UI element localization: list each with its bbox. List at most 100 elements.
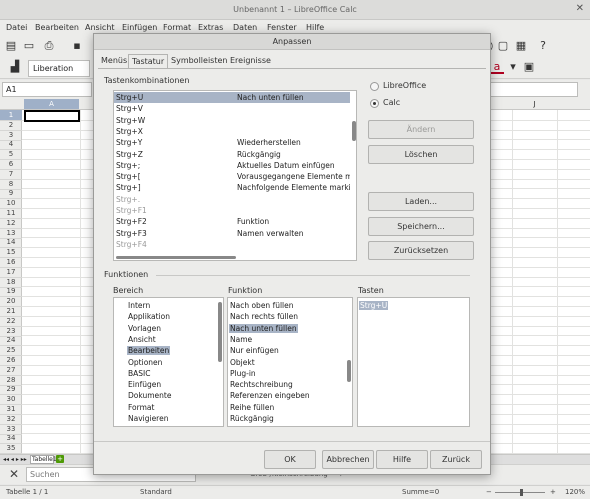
shortcut-row[interactable]: Strg+U Nach unten füllen [114, 92, 350, 104]
shortcut-row[interactable]: Strg+V [114, 103, 350, 114]
name-box[interactable]: A1 [2, 82, 92, 97]
key-item[interactable]: Strg+U [359, 300, 389, 311]
category-list[interactable]: Intern Applikation Vorlagen Ansicht Bearbeit… [113, 297, 224, 427]
shortcut-row[interactable]: Strg+F4 [114, 239, 350, 250]
shortcut-row[interactable]: Strg+[Vorausgegangene Elemente mar [114, 171, 350, 182]
function-list[interactable]: Nach oben füllen Nach rechts füllen Nach u… [227, 297, 353, 427]
function-item[interactable]: Nur einfügen [229, 345, 280, 356]
column-a-header[interactable]: A [24, 99, 79, 109]
add-sheet-icon[interactable]: + [56, 455, 64, 463]
category-item[interactable]: BASIC [127, 368, 152, 379]
category-item[interactable]: Applikation [127, 311, 171, 322]
function-item[interactable]: Plug-in [229, 368, 257, 379]
function-item[interactable]: Nach unten füllen [229, 323, 298, 334]
category-list-scrollbar[interactable] [218, 302, 222, 362]
menu-extras[interactable]: Extras [198, 23, 223, 32]
menu-format[interactable]: Format [163, 23, 191, 32]
category-item[interactable]: Vorlagen [127, 323, 162, 334]
shortcut-row[interactable]: Strg+F2 Funktion [114, 216, 350, 227]
reset-button[interactable]: Zurücksetzen [368, 241, 474, 260]
shortcut-row[interactable]: Strg+F3 Namen verwalten [114, 228, 350, 239]
window-titlebar: Unbenannt 1 – LibreOffice Calc ✕ [0, 0, 590, 20]
tab-events[interactable]: Ereignisse [227, 54, 274, 68]
font-name-box[interactable]: Liberation Sans [28, 60, 90, 88]
category-item[interactable]: Optionen [127, 357, 163, 368]
zoom-out-icon[interactable]: − [486, 488, 492, 496]
close-find-icon[interactable]: ✕ [9, 467, 19, 481]
row-number[interactable]: 35 [0, 443, 22, 455]
shortcut-row[interactable]: Strg+Z Rückgängig [114, 149, 350, 160]
tab-keyboard[interactable]: Tastatur [128, 54, 169, 68]
help-icon[interactable]: ? [536, 39, 550, 53]
menu-einfuegen[interactable]: Einfügen [122, 23, 157, 32]
zoom-slider-handle[interactable] [520, 489, 523, 496]
shortcut-row[interactable]: Strg+F1 [114, 205, 350, 216]
menu-daten[interactable]: Daten [233, 23, 257, 32]
radio-calc[interactable] [370, 99, 379, 108]
function-item[interactable]: Nach oben füllen [229, 300, 295, 311]
menu-bearbeiten[interactable]: Bearbeiten [35, 23, 79, 32]
delete-button[interactable]: Löschen [368, 145, 474, 164]
menu-datei[interactable]: Datei [6, 23, 27, 32]
sheet-nav-icon[interactable]: ◂◂ ◂ ▸ ▸▸ [3, 456, 27, 463]
function-item[interactable]: Objekt [229, 357, 256, 368]
open-folder-icon[interactable]: ▭ [22, 39, 36, 53]
help-button[interactable]: Hilfe [376, 450, 428, 469]
category-item[interactable]: Dokumente [127, 390, 172, 401]
category-item[interactable]: Intern [127, 300, 151, 311]
function-item[interactable]: Name [229, 334, 253, 345]
zoom-in-icon[interactable]: + [550, 488, 556, 496]
tab-menus[interactable]: Menüs [98, 54, 130, 68]
shortcut-function: Nach unten füllen [237, 93, 304, 102]
shortcut-list[interactable]: Strg+U Nach unten füllen Strg+V Strg+W Strg+… [113, 90, 357, 261]
sheet-tab[interactable]: Tabelle1 [30, 455, 57, 464]
category-item[interactable]: Navigieren [127, 413, 169, 424]
category-item[interactable]: Bearbeiten [127, 345, 171, 356]
shortcut-row[interactable]: Strg+; Aktuelles Datum einfügen [114, 160, 350, 171]
load-button[interactable]: Laden... [368, 192, 474, 211]
function-item[interactable]: Rückgängig [229, 413, 275, 424]
shortcut-key: Strg+F3 [116, 228, 147, 238]
change-button[interactable]: Ändern [368, 120, 474, 139]
menu-hilfe[interactable]: Hilfe [306, 23, 324, 32]
column-j-header[interactable]: J [512, 99, 557, 109]
close-icon[interactable]: ✕ [576, 3, 584, 14]
radio-libreoffice[interactable] [370, 82, 379, 91]
frame-icon[interactable]: ▢ [496, 39, 510, 53]
shortcut-row[interactable]: Strg+] Nachfolgende Elemente markiere [114, 182, 350, 193]
category-item[interactable]: Format [127, 402, 155, 413]
cancel-button[interactable]: Abbrechen [322, 450, 374, 469]
formula-input[interactable] [482, 82, 578, 97]
back-button[interactable]: Zurück [430, 450, 482, 469]
font-color-icon[interactable]: a [490, 60, 504, 74]
ok-button[interactable]: OK [264, 450, 316, 469]
dropdown-arrow-icon[interactable]: ▾ [506, 60, 520, 74]
save-icon[interactable]: ▪ [70, 39, 84, 53]
new-document-icon[interactable]: ▤ [4, 39, 18, 53]
category-item[interactable]: Einfügen [127, 379, 162, 390]
function-item[interactable]: Referenzen eingeben [229, 390, 311, 401]
zoom-level[interactable]: 120% [565, 488, 585, 496]
function-list-scrollbar[interactable] [347, 360, 351, 382]
grid-icon[interactable]: ▦ [514, 39, 528, 53]
active-cell[interactable] [24, 110, 80, 122]
shortcut-row[interactable]: Strg+W [114, 115, 350, 126]
function-item[interactable]: Rechtschreibung [229, 379, 294, 390]
shortcut-list-hscrollbar[interactable] [116, 256, 236, 259]
shortcut-row[interactable]: Strg+X [114, 126, 350, 137]
save-button[interactable]: Speichern... [368, 217, 474, 236]
category-item[interactable]: Ansicht [127, 334, 157, 345]
keys-list[interactable]: Strg+U [357, 297, 470, 427]
shortcut-row[interactable]: Strg+. [114, 194, 350, 205]
category-item-label: Format [128, 402, 155, 412]
function-item[interactable]: Nach rechts füllen [229, 311, 299, 322]
styles-icon[interactable]: ▟ [8, 60, 22, 74]
tab-toolbars[interactable]: Symbolleisten [168, 54, 230, 68]
border-icon[interactable]: ▣ [522, 60, 536, 74]
shortcut-list-scrollbar[interactable] [352, 121, 356, 141]
shortcut-row[interactable]: Strg+Y Wiederherstellen [114, 137, 350, 148]
menu-fenster[interactable]: Fenster [267, 23, 297, 32]
menu-ansicht[interactable]: Ansicht [85, 23, 115, 32]
function-item[interactable]: Reihe füllen [229, 402, 275, 413]
print-icon[interactable]: ⎙ [42, 39, 56, 53]
